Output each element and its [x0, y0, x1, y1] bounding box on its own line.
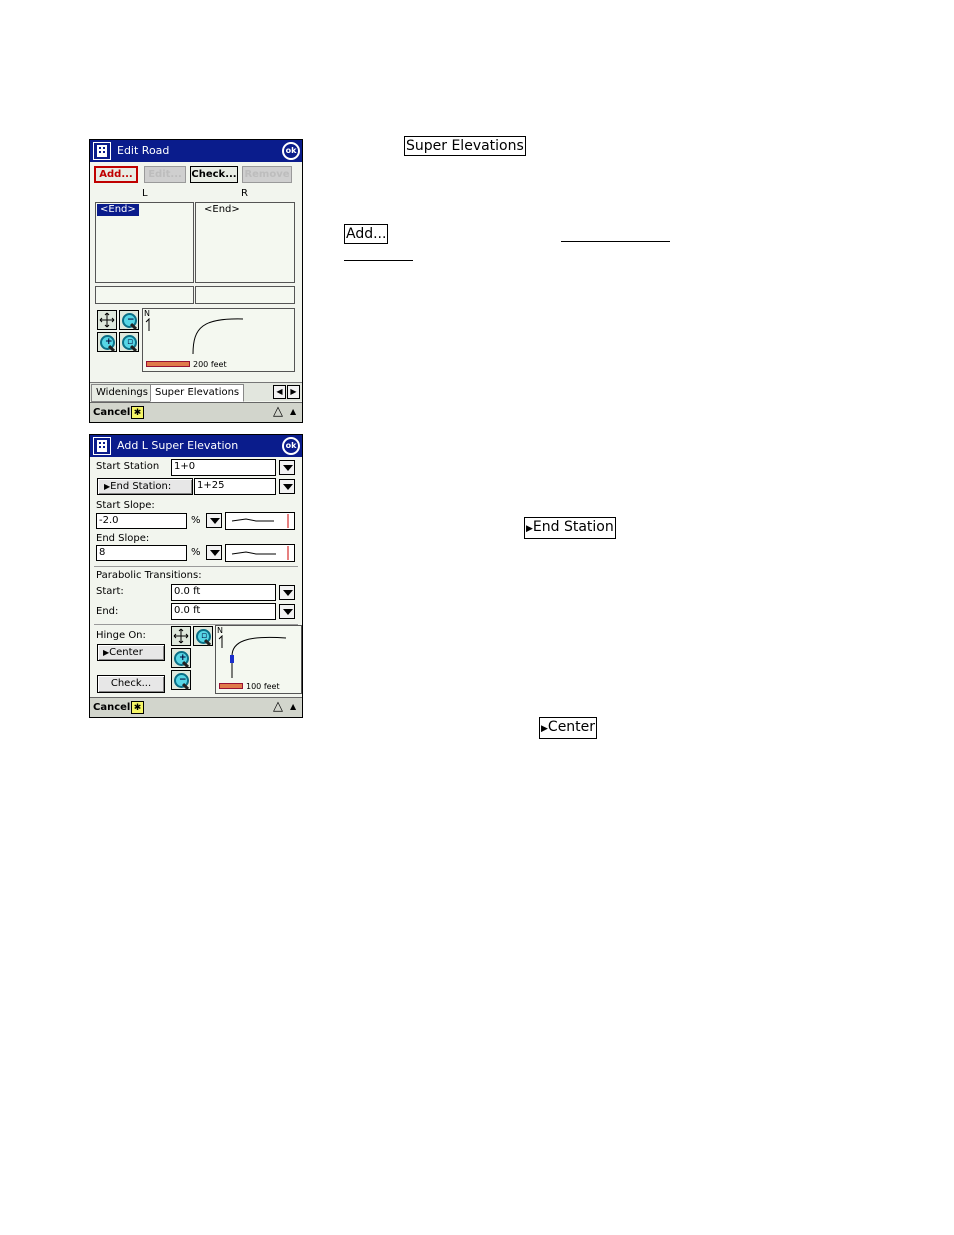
- zoom-out-button[interactable]: −: [119, 310, 139, 331]
- map-scale-bar: [146, 361, 190, 367]
- command-bar: Cancel ✱ △ ▲: [90, 697, 302, 717]
- input-panel-arrow-icon[interactable]: ▲: [290, 702, 296, 711]
- hinge-center-button[interactable]: ▶Center: [97, 644, 165, 661]
- tab-scroll-left-button[interactable]: ◀: [273, 385, 286, 399]
- star-icon[interactable]: ✱: [131, 406, 144, 419]
- cancel-button[interactable]: Cancel: [93, 702, 130, 713]
- end-slope-input[interactable]: 8: [96, 545, 187, 561]
- check-button[interactable]: Check...: [97, 675, 165, 693]
- end-station-key-label: End Station: [532, 519, 614, 535]
- start-slope-unit: %: [191, 515, 201, 526]
- left-column-header: L: [142, 188, 148, 199]
- edit-road-window: Edit Road ok Add... Edit... Check... Rem…: [89, 139, 303, 423]
- app-start-icon[interactable]: [93, 437, 111, 455]
- tab-widenings[interactable]: Widenings: [91, 384, 153, 402]
- end-station-button-label: End Station:: [110, 481, 172, 492]
- right-detail-field: [195, 286, 295, 304]
- alert-triangle-icon[interactable]: △: [273, 405, 283, 419]
- end-slope-label: End Slope:: [96, 533, 150, 544]
- list-item[interactable]: <End>: [97, 204, 139, 216]
- title-bar: Add L Super Elevation ok: [90, 435, 302, 457]
- zoom-window-button[interactable]: ▫: [193, 626, 213, 647]
- end-station-dropdown[interactable]: [279, 479, 295, 494]
- zoom-window-button[interactable]: ▫: [119, 332, 139, 353]
- alert-triangle-icon[interactable]: △: [273, 700, 283, 714]
- parabolic-start-dropdown[interactable]: [279, 585, 295, 600]
- parabolic-transitions-label: Parabolic Transitions:: [96, 570, 202, 581]
- star-icon[interactable]: ✱: [131, 701, 144, 714]
- edit-button[interactable]: Edit...: [144, 166, 186, 183]
- app-start-icon[interactable]: [93, 142, 111, 160]
- hinge-center-label: Center: [109, 647, 143, 658]
- hinge-on-label: Hinge On:: [96, 630, 146, 641]
- title-bar: Edit Road ok: [90, 140, 302, 162]
- road-alignment: [230, 636, 287, 678]
- list-item[interactable]: <End>: [201, 204, 243, 216]
- map-scale-label: 100 feet: [246, 682, 280, 691]
- right-column-header: R: [241, 188, 248, 199]
- zoom-extents-icon: [173, 628, 189, 644]
- start-slope-preview: [225, 512, 295, 530]
- end-station-input[interactable]: 1+25: [194, 478, 276, 495]
- window-title: Add L Super Elevation: [117, 439, 239, 452]
- end-slope-preview: [225, 544, 295, 562]
- section-divider: [94, 566, 298, 567]
- input-panel-arrow-icon[interactable]: ▲: [290, 407, 296, 416]
- cancel-button[interactable]: Cancel: [93, 407, 130, 418]
- start-slope-label: Start Slope:: [96, 500, 155, 511]
- map-scale-bar: [219, 683, 243, 689]
- text-underline: [344, 260, 413, 261]
- check-button[interactable]: Check...: [190, 166, 238, 183]
- parabolic-end-input[interactable]: 0.0 ft: [171, 603, 276, 620]
- zoom-in-button[interactable]: +: [97, 332, 117, 353]
- start-station-label: Start Station: [96, 461, 160, 472]
- ok-button[interactable]: ok: [282, 142, 300, 160]
- caret-right-icon: ▶: [526, 524, 533, 534]
- zoom-extents-icon: [99, 312, 115, 328]
- center-key-label: Center: [547, 719, 596, 735]
- end-station-key: ▶End Station: [524, 517, 616, 539]
- end-slope-unit: %: [191, 547, 201, 558]
- parabolic-start-input[interactable]: 0.0 ft: [171, 584, 276, 601]
- parabolic-end-label: End:: [96, 606, 119, 617]
- super-elevation-map-view[interactable]: N 100 feet: [215, 625, 302, 694]
- window-title: Edit Road: [117, 144, 170, 157]
- left-super-elevation-list[interactable]: <End>: [95, 202, 194, 283]
- zoom-in-button[interactable]: +: [171, 648, 191, 669]
- end-station-button[interactable]: ▶End Station:: [97, 478, 193, 495]
- zoom-extents-button[interactable]: [171, 626, 191, 646]
- right-super-elevation-list[interactable]: <End>: [195, 202, 295, 283]
- start-station-dropdown[interactable]: [279, 460, 295, 475]
- tab-super-elevations[interactable]: Super Elevations: [150, 384, 245, 402]
- zoom-out-button[interactable]: −: [171, 670, 191, 691]
- tab-strip: Widenings Super Elevations ◀ ▶: [90, 382, 302, 402]
- map-scale-label: 200 feet: [193, 360, 227, 369]
- add-super-elevation-window: Add L Super Elevation ok Start Station 1…: [89, 434, 303, 718]
- left-detail-field: [95, 286, 194, 304]
- road-alignment: [192, 318, 244, 355]
- ok-button[interactable]: ok: [282, 437, 300, 455]
- caret-right-icon: ▶: [541, 724, 548, 734]
- start-station-input[interactable]: 1+0: [171, 459, 276, 476]
- command-bar: Cancel ✱ △ ▲: [90, 402, 302, 422]
- super-elevations-key: Super Elevations: [404, 136, 526, 156]
- remove-button[interactable]: Remove: [242, 166, 292, 183]
- zoom-extents-button[interactable]: [97, 310, 117, 330]
- start-slope-input[interactable]: -2.0: [96, 513, 187, 529]
- road-map-view[interactable]: N 200 feet: [142, 308, 295, 372]
- center-key: ▶Center: [539, 717, 598, 739]
- text-underline: [561, 241, 670, 242]
- parabolic-start-label: Start:: [96, 586, 124, 597]
- start-slope-dropdown[interactable]: [206, 513, 222, 528]
- add-key: Add...: [344, 224, 389, 244]
- add-button[interactable]: Add...: [94, 166, 138, 183]
- end-slope-dropdown[interactable]: [206, 545, 222, 560]
- tab-scroll-right-button[interactable]: ▶: [287, 385, 300, 399]
- parabolic-end-dropdown[interactable]: [279, 604, 295, 619]
